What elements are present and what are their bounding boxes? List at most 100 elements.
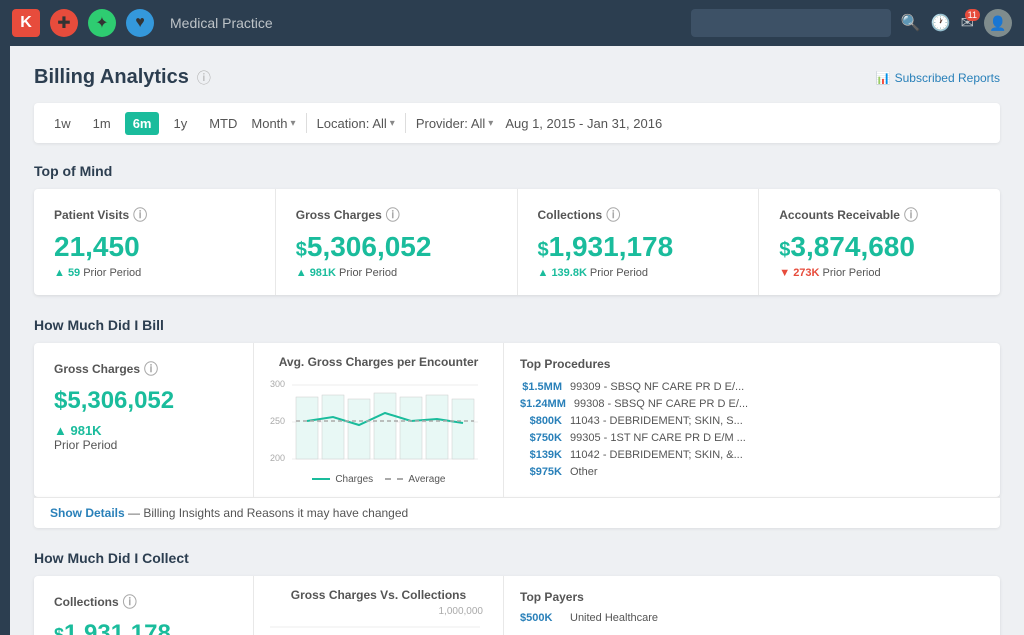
patient-visits-change-arrow: ▲ 59 xyxy=(54,267,80,279)
collections-info-icon[interactable]: ⓘ xyxy=(123,592,137,612)
patient-visits-value: 21,450 xyxy=(54,231,255,263)
proc-desc-4: 11042 - DEBRIDEMENT; SKIN, &... xyxy=(570,449,743,461)
legend-average: Average xyxy=(385,474,445,485)
search-icon[interactable]: 🔍 xyxy=(901,13,921,33)
filter-provider-dropdown[interactable]: Provider: All ▾ xyxy=(416,116,494,131)
procedure-row: $800K 11043 - DEBRIDEMENT; SKIN, S... xyxy=(520,415,984,427)
payer-name-0: United Healthcare xyxy=(570,612,658,624)
collections-change-arrow: ▲ 139.8K xyxy=(538,267,587,279)
collect-chart: Gross Charges Vs. Collections 1,000,000 xyxy=(254,576,504,635)
bill-chart-title: Avg. Gross Charges per Encounter xyxy=(270,355,487,369)
bill-gross-label: Gross Charges ⓘ xyxy=(54,359,233,379)
tom-card-gross-charges: Gross Charges ⓘ $5,306,052 ▲ 981K Prior … xyxy=(276,189,518,295)
tom-cards: Patient Visits ⓘ 21,450 ▲ 59 Prior Perio… xyxy=(34,189,1000,295)
proc-value-3: $750K xyxy=(520,432,562,444)
filter-1m[interactable]: 1m xyxy=(85,112,119,135)
gross-charges-info-icon[interactable]: ⓘ xyxy=(386,205,400,225)
tom-card-collections: Collections ⓘ $1,931,178 ▲ 139.8K Prior … xyxy=(518,189,760,295)
collections-section-value: $1,931,178 xyxy=(54,620,233,635)
bill-prior-label: Prior Period xyxy=(54,438,117,452)
info-icon[interactable]: ⓘ xyxy=(197,68,211,88)
page-header: Billing Analytics ⓘ 📊 Subscribed Reports xyxy=(34,66,1000,89)
bill-gross-value: $5,306,052 xyxy=(54,387,233,415)
procedure-row: $139K 11042 - DEBRIDEMENT; SKIN, &... xyxy=(520,449,984,461)
subscribed-reports-button[interactable]: 📊 Subscribed Reports xyxy=(876,71,1000,85)
filter-1w[interactable]: 1w xyxy=(46,112,79,135)
filter-month-dropdown[interactable]: Month ▾ xyxy=(251,116,295,131)
procedure-row: $975K Other xyxy=(520,466,984,478)
gross-charges-change-label: Prior Period xyxy=(339,267,397,279)
page-title: Billing Analytics xyxy=(34,66,189,89)
nav-icon-star[interactable]: ✦ xyxy=(88,9,116,37)
ar-value: $3,874,680 xyxy=(779,231,980,263)
procedure-row: $1.24MM 99308 - SBSQ NF CARE PR D E/... xyxy=(520,398,984,410)
collections-change: ▲ 139.8K Prior Period xyxy=(538,267,739,279)
proc-desc-2: 11043 - DEBRIDEMENT; SKIN, S... xyxy=(570,415,743,427)
mail-icon[interactable]: ✉ 11 xyxy=(961,13,974,33)
filter-location-dropdown[interactable]: Location: All ▾ xyxy=(317,116,395,131)
logo-k[interactable]: K xyxy=(12,9,40,37)
gross-charges-label: Gross Charges ⓘ xyxy=(296,205,497,225)
bill-right: Top Procedures $1.5MM 99309 - SBSQ NF CA… xyxy=(504,343,1000,497)
ar-change-label: Prior Period xyxy=(823,267,881,279)
filter-mtd[interactable]: MTD xyxy=(201,112,245,135)
collections-change-label: Prior Period xyxy=(590,267,648,279)
filter-bar: 1w 1m 6m 1y MTD Month ▾ Location: All ▾ … xyxy=(34,103,1000,143)
payer-row: $500K United Healthcare xyxy=(520,612,984,624)
collect-chart-ylabel: 1,000,000 xyxy=(270,606,487,617)
top-navigation: K ✚ ✦ ♥ Medical Practice 🔍 🕐 ✉ 11 👤 xyxy=(0,0,1024,46)
collections-info-icon[interactable]: ⓘ xyxy=(606,205,620,225)
charges-line-icon xyxy=(312,478,330,480)
patient-visits-info-icon[interactable]: ⓘ xyxy=(133,205,147,225)
bill-change-arrow: ▲ 981K xyxy=(54,423,102,438)
gross-charges-change-arrow: ▲ 981K xyxy=(296,267,336,279)
provider-label: Provider: xyxy=(416,116,468,131)
subscribed-reports-label: Subscribed Reports xyxy=(895,71,1000,85)
nav-icon-plus[interactable]: ✚ xyxy=(50,9,78,37)
procedures-list: $1.5MM 99309 - SBSQ NF CARE PR D E/... $… xyxy=(520,381,984,478)
proc-value-1: $1.24MM xyxy=(520,398,566,410)
filter-1y[interactable]: 1y xyxy=(165,112,195,135)
procedure-row: $750K 99305 - 1ST NF CARE PR D E/M ... xyxy=(520,432,984,444)
search-input[interactable] xyxy=(691,9,891,37)
proc-desc-3: 99305 - 1ST NF CARE PR D E/M ... xyxy=(570,432,746,444)
ar-change: ▼ 273K Prior Period xyxy=(779,267,980,279)
collections-value: $1,931,178 xyxy=(538,231,739,263)
avatar[interactable]: 👤 xyxy=(984,9,1012,37)
history-icon[interactable]: 🕐 xyxy=(931,13,951,33)
legend-charges: Charges xyxy=(312,474,374,485)
average-line-icon xyxy=(385,478,403,480)
collect-card: Collections ⓘ $1,931,178 Gross Charges V… xyxy=(34,576,1000,635)
procedure-row: $1.5MM 99309 - SBSQ NF CARE PR D E/... xyxy=(520,381,984,393)
location-caret-icon: ▾ xyxy=(390,118,395,129)
proc-value-0: $1.5MM xyxy=(520,381,562,393)
patient-visits-change-label: Prior Period xyxy=(83,267,141,279)
collect-right: Top Payers $500K United Healthcare xyxy=(504,576,1000,635)
bill-gross-change: ▲ 981K Prior Period xyxy=(54,423,233,452)
nav-icon-heart[interactable]: ♥ xyxy=(126,9,154,37)
top-procedures-title: Top Procedures xyxy=(520,357,984,371)
tom-card-ar: Accounts Receivable ⓘ $3,874,680 ▼ 273K … xyxy=(759,189,1000,295)
page-title-area: Billing Analytics ⓘ xyxy=(34,66,211,89)
proc-value-2: $800K xyxy=(520,415,562,427)
proc-value-4: $139K xyxy=(520,449,562,461)
ar-change-arrow: ▼ 273K xyxy=(779,267,819,279)
provider-caret-icon: ▾ xyxy=(488,118,493,129)
tom-section-title: Top of Mind xyxy=(34,163,1000,179)
proc-desc-5: Other xyxy=(570,466,598,478)
reports-chart-icon: 📊 xyxy=(876,71,891,85)
collect-chart-title: Gross Charges Vs. Collections xyxy=(270,588,487,602)
proc-desc-0: 99309 - SBSQ NF CARE PR D E/... xyxy=(570,381,744,393)
main-container: Billing Analytics ⓘ 📊 Subscribed Reports… xyxy=(0,46,1024,635)
bill-gross-info-icon[interactable]: ⓘ xyxy=(144,359,158,379)
filter-6m[interactable]: 6m xyxy=(125,112,160,135)
bill-card: Gross Charges ⓘ $5,306,052 ▲ 981K Prior … xyxy=(34,343,1000,497)
show-details-link[interactable]: Show Details xyxy=(50,506,125,520)
filter-divider-2 xyxy=(405,113,406,133)
chart-legend: Charges Average xyxy=(270,474,487,485)
nav-actions: 🔍 🕐 ✉ 11 👤 xyxy=(901,9,1012,37)
ar-info-icon[interactable]: ⓘ xyxy=(904,205,918,225)
top-payers-title: Top Payers xyxy=(520,590,984,604)
app-title: Medical Practice xyxy=(170,15,681,31)
location-value: All xyxy=(372,116,386,131)
